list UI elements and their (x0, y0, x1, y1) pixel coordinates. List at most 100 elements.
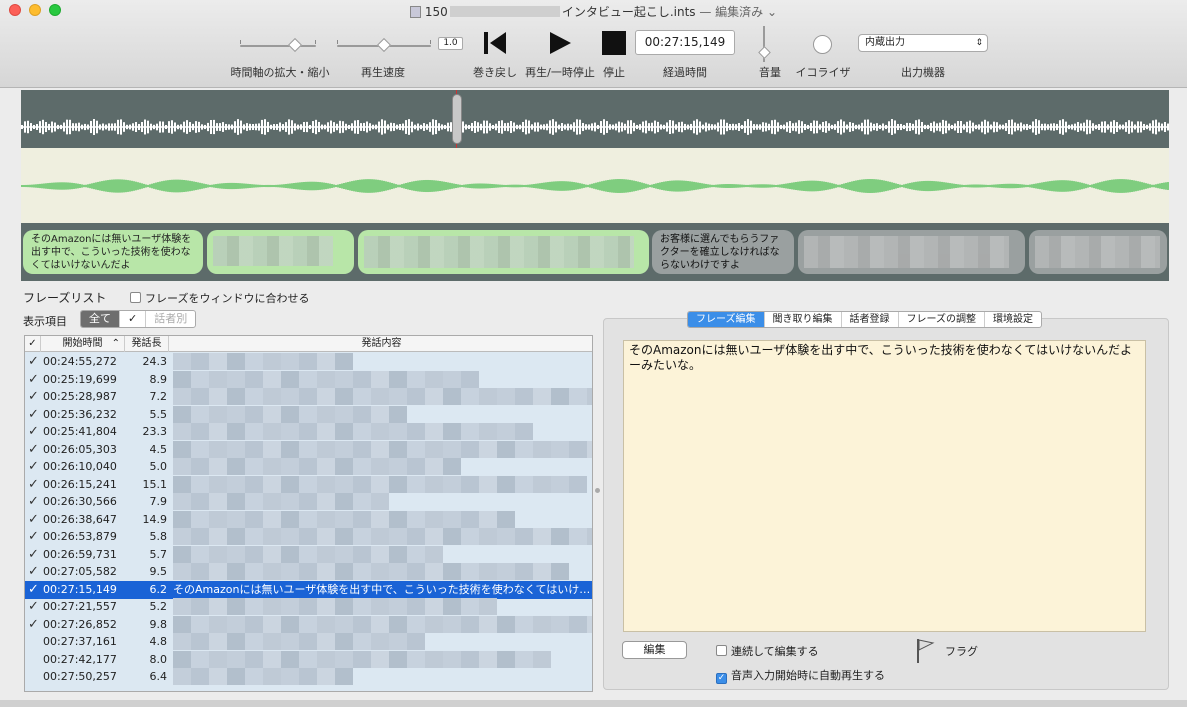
waveform-sample (264, 119, 266, 135)
row-check-icon[interactable]: ✓ (28, 406, 39, 424)
redacted-block (587, 388, 592, 405)
overview-waveform[interactable] (21, 90, 1169, 148)
speed-slider[interactable] (337, 37, 431, 53)
table-row[interactable]: ✓ 00:27:05,582 9.5 (25, 563, 592, 581)
row-check-icon[interactable]: ✓ (28, 581, 39, 599)
tab-phrase-adjust[interactable]: フレーズの調整 (899, 312, 985, 327)
checkbox-box[interactable] (130, 292, 141, 303)
zoom-slider[interactable] (240, 37, 316, 53)
waveform-sample (989, 184, 991, 188)
table-row[interactable]: 00:27:50,257 6.4 (25, 668, 592, 686)
volume-slider-knob[interactable] (758, 46, 771, 59)
tab-listening-edit[interactable]: 聞き取り編集 (765, 312, 842, 327)
row-check-icon[interactable]: ✓ (28, 458, 39, 476)
waveform-sample (306, 121, 308, 133)
table-row[interactable]: ✓ 00:26:10,040 5.0 (25, 458, 592, 476)
row-check-icon[interactable]: ✓ (28, 546, 39, 564)
table-row[interactable]: ✓ 00:26:30,566 7.9 (25, 493, 592, 511)
rewind-button[interactable] (482, 30, 508, 56)
checkbox-box[interactable] (716, 645, 727, 656)
row-content (173, 353, 592, 371)
row-check-icon[interactable]: ✓ (28, 528, 39, 546)
row-check-icon[interactable]: ✓ (28, 371, 39, 389)
column-start-time[interactable]: 開始時間 ⌃ (41, 336, 125, 352)
table-row[interactable]: 00:27:37,161 4.8 (25, 633, 592, 651)
waveform-sample (579, 119, 581, 135)
table-row[interactable]: ✓ 00:25:19,699 8.9 (25, 370, 592, 389)
flag-icon[interactable] (915, 637, 937, 665)
redacted-block (371, 370, 389, 388)
table-row[interactable]: ✓ 00:25:41,804 23.3 (25, 423, 592, 441)
column-content[interactable]: 発話内容 (169, 336, 592, 352)
row-check-icon[interactable]: ✓ (28, 616, 39, 634)
waveform-sample (597, 182, 599, 190)
redacted-block (263, 388, 281, 405)
phrase-block[interactable] (1029, 230, 1167, 274)
table-row[interactable]: ✓ 00:25:36,232 5.5 (25, 405, 592, 424)
row-check-icon[interactable]: ✓ (28, 493, 39, 511)
tab-phrase-edit[interactable]: フレーズ編集 (688, 312, 765, 327)
waveform-sample (213, 184, 215, 188)
phrase-text-editor[interactable]: そのAmazonには無いユーザ体験を出す中で、こういった技術を使わなくてはいけな… (623, 340, 1146, 632)
waveform-sample (723, 184, 725, 188)
phrase-block[interactable] (207, 230, 354, 274)
row-check-icon[interactable]: ✓ (28, 563, 39, 581)
row-check-icon[interactable]: ✓ (28, 441, 39, 459)
continuous-edit-checkbox[interactable]: 連続して編集する (716, 643, 819, 659)
row-check-icon[interactable]: ✓ (28, 423, 39, 441)
table-row[interactable]: ✓ 00:27:21,557 5.2 (25, 598, 592, 616)
waveform-sample (349, 181, 351, 191)
checkbox-checked[interactable]: ✓ (716, 673, 727, 684)
play-pause-button[interactable] (547, 30, 573, 56)
waveform-sample (557, 181, 559, 191)
split-handle[interactable] (595, 488, 600, 493)
column-duration[interactable]: 発話長 (125, 336, 169, 352)
table-row[interactable]: ✓ 00:25:28,987 7.2 (25, 388, 592, 406)
row-check-icon[interactable]: ✓ (28, 353, 39, 371)
stop-button[interactable] (601, 30, 627, 56)
table-row[interactable]: ✓ 00:27:15,149 6.2 そのAmazonには無いユーザ体験を出す中で、こ… (25, 580, 592, 599)
phrase-block[interactable]: お客様に選んでもらうファクターを確立しなければならないわけですよ (652, 230, 794, 274)
filter-all[interactable]: 全て (81, 311, 120, 327)
phrase-block[interactable] (798, 230, 1025, 274)
redacted-block (281, 668, 299, 685)
waveform-sample (690, 123, 692, 131)
table-row[interactable]: ✓ 00:26:38,647 14.9 (25, 510, 592, 529)
redacted-block (317, 388, 335, 405)
waveform-sample (441, 181, 443, 191)
output-device-select[interactable]: 内蔵出力 ⇕ (858, 34, 988, 52)
filter-checked[interactable]: ✓ (120, 311, 147, 327)
table-row[interactable]: 00:27:42,177 8.0 (25, 650, 592, 669)
row-check-icon[interactable]: ✓ (28, 598, 39, 616)
autoplay-checkbox[interactable]: ✓ 音声入力開始時に自動再生する (716, 667, 885, 684)
table-row[interactable]: ✓ 00:26:15,241 15.1 (25, 475, 592, 494)
waveform-sample (585, 124, 587, 130)
row-check-icon[interactable]: ✓ (28, 476, 39, 494)
redacted-block (227, 528, 245, 545)
column-check[interactable]: ✓ (25, 336, 41, 352)
row-check-icon[interactable]: ✓ (28, 388, 39, 406)
phrase-block[interactable] (358, 230, 649, 274)
redacted-block (209, 528, 227, 545)
tab-settings[interactable]: 環境設定 (985, 312, 1041, 327)
row-check-icon[interactable]: ✓ (28, 511, 39, 529)
edit-button[interactable]: 編集 (622, 641, 687, 659)
table-row[interactable]: ✓ 00:26:05,303 4.5 (25, 440, 592, 459)
waveform-sample (483, 120, 485, 134)
waveform-sample (924, 124, 926, 130)
fit-window-checkbox[interactable]: フレーズをウィンドウに合わせる (130, 290, 309, 306)
waveform-sample (84, 123, 86, 131)
table-row[interactable]: ✓ 00:26:53,879 5.8 (25, 528, 592, 546)
redacted-block (443, 440, 461, 458)
table-row[interactable]: ✓ 00:24:55,272 24.3 (25, 353, 592, 371)
waveform-sample (1073, 181, 1075, 191)
playhead-handle[interactable] (452, 94, 462, 144)
detail-waveform[interactable] (21, 148, 1169, 223)
equalizer-button[interactable] (813, 35, 832, 54)
phrase-block[interactable]: そのAmazonには無いユーザ体験を出す中で、こういった技術を使わなくてはいけな… (23, 230, 203, 274)
table-row[interactable]: ✓ 00:26:59,731 5.7 (25, 545, 592, 564)
filter-by-speaker[interactable]: 話者別 (146, 311, 195, 327)
redacted-block (263, 633, 281, 650)
table-row[interactable]: ✓ 00:27:26,852 9.8 (25, 615, 592, 634)
tab-speaker-registration[interactable]: 話者登録 (842, 312, 899, 327)
